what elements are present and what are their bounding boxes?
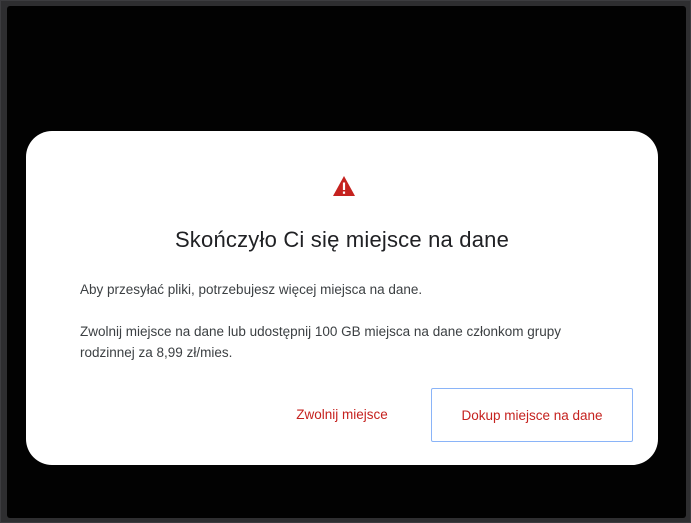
warning-triangle-icon — [333, 176, 355, 196]
free-space-button[interactable]: Zwolnij miejsce — [276, 388, 408, 442]
dialog-message: Aby przesyłać pliki, potrzebujesz więcej… — [80, 282, 423, 297]
screen: Skończyło Ci się miejsce na dane Aby prz… — [0, 0, 691, 523]
dialog-title: Skończyło Ci się miejsce na dane — [174, 227, 510, 252]
storage-full-dialog: Skończyło Ci się miejsce na dane Aby prz… — [26, 131, 658, 465]
buy-storage-button[interactable]: Dokup miejsce na dane — [431, 388, 633, 442]
dialog-offer-message: Zwolnij miejsce na dane lub udostępnij 1… — [80, 324, 562, 360]
